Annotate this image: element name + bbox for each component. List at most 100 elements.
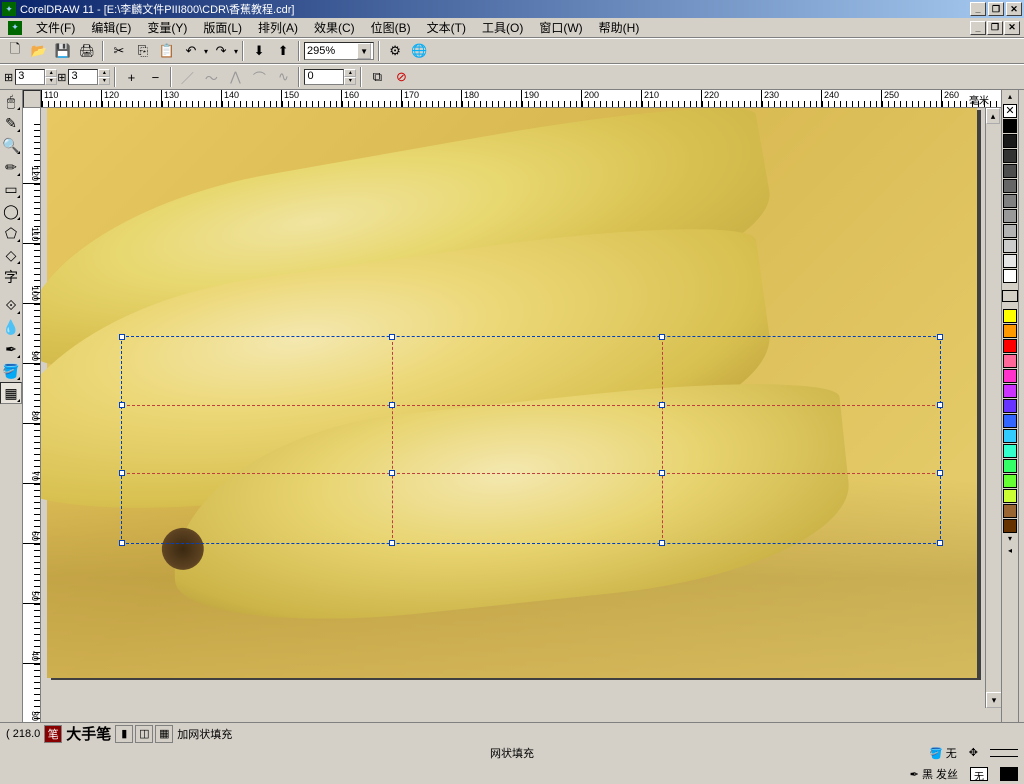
eyedropper-tool[interactable]: 💧 (0, 316, 22, 338)
copy-icon[interactable]: ⎘ (132, 40, 154, 62)
color-swatch[interactable] (1003, 269, 1017, 283)
delete-node-icon[interactable]: − (144, 66, 166, 88)
hairline-icon[interactable] (990, 747, 1018, 759)
color-swatch[interactable] (1003, 354, 1017, 368)
docker-strip[interactable] (1018, 90, 1024, 740)
color-swatch[interactable] (1003, 164, 1017, 178)
outline-tool[interactable]: ✒ (0, 338, 22, 360)
color-swatch[interactable] (1003, 474, 1017, 488)
color-swatch[interactable] (1003, 224, 1017, 238)
color-swatch[interactable] (1003, 179, 1017, 193)
color-swatch[interactable] (1003, 309, 1017, 323)
color-swatch[interactable] (1003, 324, 1017, 338)
print-icon[interactable]: 🖨 (76, 40, 98, 62)
horizontal-ruler[interactable]: 110 120 130 140 150 160 170 180 190 200 … (41, 90, 1001, 108)
mesh-fill-selection[interactable] (121, 336, 941, 544)
cusp-icon[interactable]: ⋀ (224, 66, 246, 88)
color-swatch[interactable] (1003, 459, 1017, 473)
fill-indicator[interactable]: 🪣 无 (929, 745, 957, 761)
menu-view[interactable]: 变量(Y) (139, 17, 195, 38)
interactive-fill-tool[interactable]: ▦ (0, 382, 22, 404)
current-fill-swatch[interactable] (1002, 290, 1018, 302)
menu-arrange[interactable]: 排列(A) (250, 17, 306, 38)
save-icon[interactable]: 💾 (52, 40, 74, 62)
polygon-tool[interactable]: ⬠ (0, 222, 22, 244)
drawing-page[interactable] (47, 108, 977, 678)
paste-icon[interactable]: 📋 (156, 40, 178, 62)
color-swatch[interactable] (1003, 134, 1017, 148)
line-icon[interactable]: ／ (176, 66, 198, 88)
vertical-scrollbar[interactable]: ▴ ▾ (985, 108, 1001, 708)
restore-button[interactable]: ❐ (988, 2, 1004, 16)
import-icon[interactable]: ⬇ (248, 40, 270, 62)
color-swatch[interactable] (1003, 444, 1017, 458)
ellipse-tool[interactable]: ◯ (0, 200, 22, 222)
palette-scroll-up[interactable]: ▴ (1003, 92, 1017, 104)
new-icon[interactable]: 🗋 (4, 40, 26, 62)
undo-icon[interactable]: ↶ (180, 40, 202, 62)
mesh-cols-spinner[interactable]: ⊞ 3 ▴▾ (4, 69, 57, 85)
open-icon[interactable]: 📂 (28, 40, 50, 62)
close-button[interactable]: ✕ (1006, 2, 1022, 16)
rectangle-tool[interactable]: ▭ (0, 178, 22, 200)
palette-flyout[interactable]: ◂ (1003, 546, 1017, 558)
menu-effects[interactable]: 效果(C) (306, 17, 363, 38)
curve-smooth-spinner[interactable]: 0 ▴▾ (304, 69, 356, 85)
doc-close-button[interactable]: ✕ (1004, 21, 1020, 35)
menu-help[interactable]: 帮助(H) (591, 17, 648, 38)
doc-minimize-button[interactable]: _ (970, 21, 986, 35)
export-icon[interactable]: ⬆ (272, 40, 294, 62)
text-tool[interactable]: 字 (0, 266, 22, 288)
outline-indicator[interactable]: ✒ 黑 发丝 (910, 766, 958, 782)
minimize-button[interactable]: _ (970, 2, 986, 16)
curve-icon[interactable]: 〜 (200, 66, 222, 88)
menu-file[interactable]: 文件(F) (28, 17, 83, 38)
color-swatch[interactable] (1003, 489, 1017, 503)
color-swatch[interactable] (1003, 414, 1017, 428)
color-swatch[interactable] (1003, 504, 1017, 518)
vertical-ruler[interactable]: 30 40 50 60 70 80 90 100 110 120 (23, 108, 41, 724)
color-swatch[interactable] (1003, 149, 1017, 163)
pick-tool[interactable]: 🖱 (0, 90, 22, 112)
palette-scroll-down[interactable]: ▾ (1003, 534, 1017, 546)
color-swatch[interactable] (1003, 384, 1017, 398)
color-swatch[interactable] (1003, 339, 1017, 353)
ruler-origin[interactable] (23, 90, 41, 108)
corel-online-icon[interactable]: 🌐 (408, 40, 430, 62)
fill-tool[interactable]: 🪣 (0, 360, 22, 382)
color-swatch[interactable] (1003, 194, 1017, 208)
menu-layout[interactable]: 版面(L) (195, 17, 250, 38)
clear-mesh-icon[interactable]: ⊘ (390, 66, 412, 88)
zoom-tool[interactable]: 🔍 (0, 134, 22, 156)
menu-tools[interactable]: 工具(O) (474, 17, 531, 38)
zoom-level-input[interactable]: 295%▼ (304, 42, 374, 60)
interactive-blend-tool[interactable]: ⟐ (0, 294, 22, 316)
redo-icon[interactable]: ↷ (210, 40, 232, 62)
outline-swatch-indicator[interactable] (1000, 767, 1018, 781)
drawing-viewport[interactable]: ▴ ▾ (41, 108, 1001, 724)
color-swatch[interactable] (1003, 519, 1017, 533)
symmetric-icon[interactable]: ∿ (272, 66, 294, 88)
color-swatch[interactable] (1003, 254, 1017, 268)
no-color-swatch[interactable] (1003, 104, 1017, 118)
menu-bitmaps[interactable]: 位图(B) (363, 17, 419, 38)
freehand-tool[interactable]: ✏ (0, 156, 22, 178)
mesh-rows-spinner[interactable]: ⊞ 3 ▴▾ (57, 69, 110, 85)
cut-icon[interactable]: ✂ (108, 40, 130, 62)
color-swatch[interactable] (1003, 209, 1017, 223)
menu-window[interactable]: 窗口(W) (531, 17, 590, 38)
smooth-icon[interactable]: ⌒ (248, 66, 270, 88)
color-swatch[interactable] (1003, 369, 1017, 383)
menu-edit[interactable]: 编辑(E) (83, 17, 139, 38)
copy-mesh-icon[interactable]: ⧉ (366, 66, 388, 88)
menu-text[interactable]: 文本(T) (419, 17, 474, 38)
color-swatch[interactable] (1003, 119, 1017, 133)
basic-shapes-tool[interactable]: ◇ (0, 244, 22, 266)
color-swatch[interactable] (1003, 429, 1017, 443)
doc-restore-button[interactable]: ❐ (987, 21, 1003, 35)
shape-tool[interactable]: ✎ (0, 112, 22, 134)
color-swatch[interactable] (1003, 239, 1017, 253)
color-swatch[interactable] (1003, 399, 1017, 413)
add-node-icon[interactable]: + (120, 66, 142, 88)
app-launcher-icon[interactable]: ⚙ (384, 40, 406, 62)
